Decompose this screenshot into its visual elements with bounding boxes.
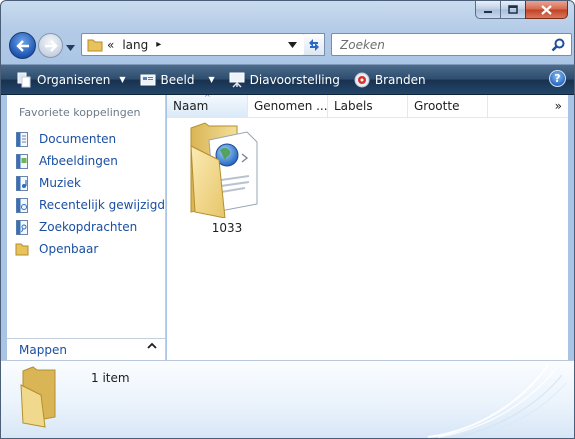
sidebar-item-music[interactable]: Muziek <box>15 172 165 194</box>
sort-ascending-icon: ^ <box>204 95 211 102</box>
search-input[interactable] <box>338 36 542 53</box>
chevron-up-icon <box>147 342 157 349</box>
views-icon <box>140 74 156 85</box>
address-prefix[interactable]: « <box>107 38 114 52</box>
refresh-button[interactable] <box>304 33 325 56</box>
sidebar-item-label: Openbaar <box>39 242 99 256</box>
slideshow-button[interactable]: Diavoorstelling <box>222 65 347 94</box>
folder-icon <box>20 366 56 428</box>
organize-dropdown-icon: ▼ <box>119 75 126 84</box>
details-pane: 1 item <box>1 360 574 438</box>
organize-icon <box>17 72 31 87</box>
searches-icon <box>15 219 29 235</box>
chevron-down-icon <box>66 45 75 51</box>
views-dropdown-icon: ▼ <box>208 75 215 84</box>
slideshow-label: Diavoorstelling <box>249 72 340 87</box>
recent-icon <box>15 197 29 213</box>
back-arrow-icon <box>15 39 29 52</box>
sidebar-item-public[interactable]: Openbaar <box>15 238 165 260</box>
sidebar-item-label: Zoekopdrachten <box>39 220 138 234</box>
documents-icon <box>15 131 29 147</box>
refresh-icon <box>309 38 319 51</box>
slideshow-icon <box>229 72 245 88</box>
file-name[interactable]: 1033 <box>185 221 269 235</box>
music-icon <box>15 175 29 191</box>
views-button[interactable]: Beeld ▼ <box>133 65 222 94</box>
close-icon <box>541 4 552 15</box>
decorative-swoosh <box>428 364 567 438</box>
address-row: « lang ▸ <box>7 29 572 61</box>
sidebar-item-searches[interactable]: Zoekopdrachten <box>15 216 165 238</box>
search-box[interactable] <box>331 33 572 56</box>
close-button[interactable] <box>525 1 568 19</box>
sidebar-item-recent[interactable]: Recentelijk gewijzigd <box>15 194 165 216</box>
search-icon[interactable] <box>551 38 565 52</box>
explorer-window: « lang ▸ Organiseren ▼ Beeld ▼ Diavoorst… <box>0 0 575 439</box>
maximize-icon <box>508 5 518 14</box>
navigation-pane: Favoriete koppelingen Documenten Afbeeld… <box>7 95 166 360</box>
views-label: Beeld <box>160 72 195 87</box>
address-bar[interactable]: « lang ▸ <box>81 33 305 56</box>
burn-button[interactable]: Branden <box>347 65 433 94</box>
back-button[interactable] <box>9 32 36 59</box>
organize-label: Organiseren <box>37 72 111 87</box>
column-labels[interactable]: Labels <box>328 95 408 117</box>
recent-pages-dropdown[interactable] <box>66 40 75 54</box>
command-bar: Organiseren ▼ Beeld ▼ Diavoorstelling Br… <box>1 64 574 95</box>
address-dropdown-icon[interactable] <box>288 42 297 48</box>
burn-label: Branden <box>374 72 426 87</box>
item-count: 1 item <box>91 371 130 385</box>
help-icon: ? <box>554 72 561 85</box>
list-item[interactable]: 1033 <box>185 120 269 238</box>
more-columns-button[interactable]: » <box>555 99 562 113</box>
organize-button[interactable]: Organiseren ▼ <box>9 65 133 94</box>
column-date-taken[interactable]: Genomen ... <box>248 95 328 117</box>
folder-with-document-icon <box>190 122 258 219</box>
maximize-button[interactable] <box>500 1 525 19</box>
public-folder-icon <box>15 241 29 257</box>
pictures-icon <box>15 153 29 169</box>
sidebar-item-label: Muziek <box>39 176 81 190</box>
sidebar-item-label: Afbeeldingen <box>39 154 118 168</box>
minimize-icon <box>484 10 492 13</box>
sidebar-item-label: Recentelijk gewijzigd <box>39 198 165 212</box>
sidebar-item-label: Documenten <box>39 132 117 146</box>
help-button[interactable]: ? <box>549 70 566 87</box>
sidebar-item-documents[interactable]: Documenten <box>15 128 165 150</box>
address-path[interactable]: lang <box>122 38 148 52</box>
forward-button[interactable] <box>38 33 63 58</box>
column-headers: ^ Naam Genomen ... Labels Grootte » <box>167 95 568 118</box>
address-separator[interactable]: ▸ <box>156 39 161 50</box>
sidebar-item-pictures[interactable]: Afbeeldingen <box>15 150 165 172</box>
forward-arrow-icon <box>44 39 58 52</box>
burn-icon <box>354 72 370 87</box>
file-list: ^ Naam Genomen ... Labels Grootte » 1033 <box>167 95 568 360</box>
minimize-button[interactable] <box>475 1 500 19</box>
folder-icon <box>87 39 103 51</box>
caption-buttons <box>475 1 568 20</box>
favorite-links-list: Documenten Afbeeldingen Muziek Recenteli… <box>15 128 165 260</box>
column-size[interactable]: Grootte <box>408 95 488 117</box>
folders-label: Mappen <box>19 343 67 357</box>
column-name[interactable]: ^ Naam <box>167 95 248 117</box>
favorite-links-title: Favoriete koppelingen <box>19 106 141 119</box>
folders-toggle[interactable]: Mappen <box>7 338 165 361</box>
